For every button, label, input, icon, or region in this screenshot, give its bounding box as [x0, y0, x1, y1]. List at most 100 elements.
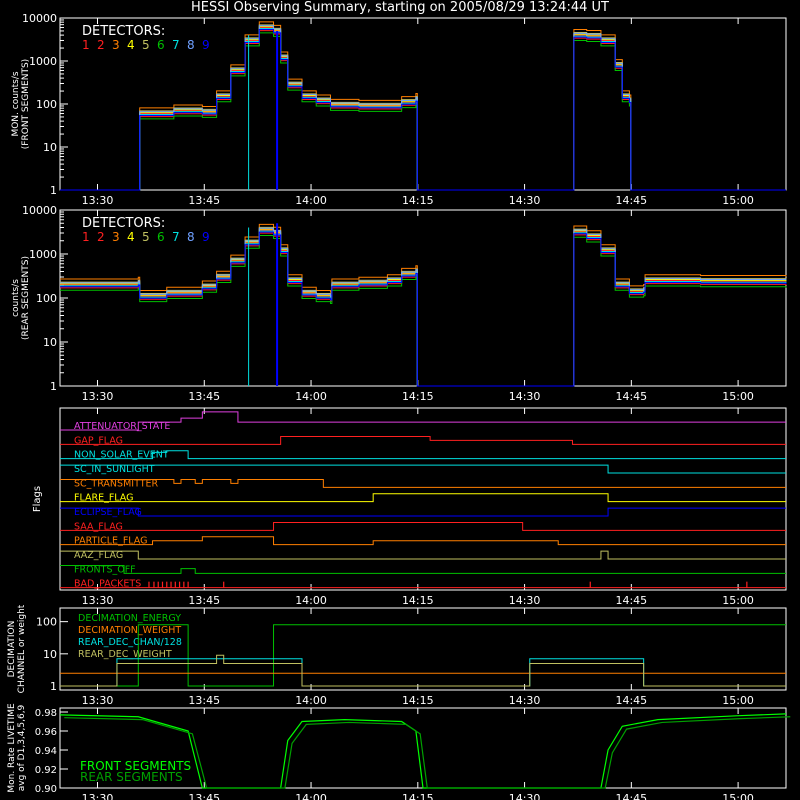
decimation-panel-xtick-label: 13:30 — [82, 694, 114, 707]
front-panel-legend-item: 5 — [142, 38, 150, 52]
flag-line — [60, 464, 786, 474]
front-panel-xtick-label: 13:45 — [188, 194, 220, 207]
flags-panel-xtick-label: 13:45 — [188, 594, 220, 607]
rear-panel-ylabel: counts/s — [11, 279, 21, 317]
rear-panel-xtick-label: 14:15 — [402, 390, 434, 403]
livetime-panel-xtick-label: 14:00 — [295, 792, 327, 800]
flag-label: AAZ_FLAG — [74, 550, 123, 561]
rear-panel-legend-item: 5 — [142, 230, 150, 244]
decimation-ylabel: CHANNEL or weight — [17, 604, 27, 693]
flag-line — [60, 478, 786, 488]
flags-ylabel: Flags — [32, 486, 43, 512]
front-panel-xtick-label: 13:30 — [82, 194, 114, 207]
flag-line — [60, 493, 786, 503]
decimation-panel-xtick-label: 14:15 — [402, 694, 434, 707]
front-panel-detector-1-line — [60, 27, 786, 191]
decimation-panel-xtick-label: 15:00 — [722, 694, 754, 707]
flag-label: SC_IN_SUNLIGHT — [74, 464, 155, 475]
flag-line — [60, 507, 786, 517]
livetime-panel-xtick-label: 14:30 — [509, 792, 541, 800]
front-panel-detector-2-line — [60, 30, 786, 191]
rear-panel-detector-8-line — [60, 227, 787, 387]
rear-panel-xtick-label: 14:30 — [509, 390, 541, 403]
front-panel-ytick-label: 10 — [43, 141, 57, 154]
flags-panel-xtick-label: 13:30 — [82, 594, 114, 607]
rear-panel-legend-item: 6 — [157, 230, 165, 244]
rear-panel-detector-2-line — [60, 232, 787, 387]
rear-panel-detector-6-line — [60, 235, 787, 387]
livetime-ytick-label: 0.96 — [35, 727, 57, 738]
livetime-legend-item: REAR SEGMENTS — [80, 770, 183, 784]
flags-panel-xtick-label: 15:00 — [722, 594, 754, 607]
front-panel-ylabel: (FRONT SEGMENTS) — [21, 59, 31, 149]
rear-panel-legend-item: 2 — [97, 230, 105, 244]
rear-panel-detector-1-line — [60, 229, 787, 387]
front-panel-legend-item: 9 — [202, 38, 210, 52]
observing-summary-page: HESSI Observing Summary, starting on 200… — [0, 0, 800, 800]
rear-panel-ytick-label: 10 — [43, 336, 57, 349]
front-panel-legend-item: 2 — [97, 38, 105, 52]
decimation-ytick-label: 1 — [50, 680, 57, 693]
rear-panel-xtick-label: 14:00 — [295, 390, 327, 403]
rear-panel-ytick-label: 100 — [36, 292, 57, 305]
decimation-panel-xtick-label: 14:45 — [615, 694, 647, 707]
summary-figure: 13:30 13:45 14:00 14:15 14:30 14:45 15:0011010… — [7, 12, 791, 800]
rear-panel-legend-item: 3 — [112, 230, 120, 244]
front-panel-ytick-label: 1 — [50, 184, 57, 197]
rear-panel-ylabel: (REAR SEGMENTS) — [21, 256, 31, 340]
flag-line — [60, 521, 786, 531]
decimation-ytick-label: 10 — [43, 648, 57, 661]
front-panel-detector-9-line — [60, 29, 786, 191]
front-panel-xtick-label: 14:30 — [509, 194, 541, 207]
rear-panel-detector-5-line — [60, 226, 787, 387]
front-panel-legend-item: 3 — [112, 38, 120, 52]
decimation-legend-item: DECIMATION_ENERGY — [78, 613, 181, 624]
rear-panel-legend-item: 4 — [127, 230, 135, 244]
rear-panel-detector-9-line — [60, 231, 787, 387]
decimation-ytick-label: 100 — [36, 616, 57, 629]
rear-panel-xtick-label: 14:45 — [615, 390, 647, 403]
front-panel-ylabel: MON. counts/s — [11, 71, 21, 136]
livetime-ytick-label: 0.94 — [35, 746, 57, 757]
front-panel-ytick-label: 1000 — [29, 55, 57, 68]
front-panel-legend-item: 1 — [82, 38, 90, 52]
flag-line — [60, 450, 786, 460]
decimation-line — [60, 658, 786, 687]
flag-label: ECLIPSE_FLAG — [74, 507, 142, 518]
rear-panel-xtick-label: 13:45 — [188, 390, 220, 403]
front-panel-legend-item: 6 — [157, 38, 165, 52]
flag-line — [60, 564, 786, 574]
livetime-panel-xtick-label: 15:00 — [722, 792, 754, 800]
decimation-ylabel: DECIMATION — [7, 621, 17, 678]
livetime-panel-xtick-label: 14:15 — [402, 792, 434, 800]
flag-line — [60, 536, 786, 546]
decimation-panel-xtick-label: 14:30 — [509, 694, 541, 707]
flags-panel-xtick-label: 14:00 — [295, 594, 327, 607]
front-panel-legend-title: DETECTORS: — [82, 24, 165, 39]
livetime-panel-xtick-label: 14:45 — [615, 792, 647, 800]
livetime-ytick-label: 0.92 — [35, 765, 57, 776]
rear-panel-ytick-label: 10000 — [22, 204, 57, 217]
front-panel-detector-3-line — [60, 21, 786, 191]
rear-panel-detector-7-line — [60, 230, 787, 387]
rear-panel-detector-4-line — [60, 228, 787, 387]
decimation-legend-item: DECIMATION_WEIGHT — [78, 625, 181, 636]
livetime-panel-xtick-label: 13:30 — [82, 792, 114, 800]
livetime-panel-xtick-label: 13:45 — [188, 792, 220, 800]
rear-panel-legend-item: 9 — [202, 230, 210, 244]
flag-line — [60, 550, 786, 560]
front-panel-xtick-label: 15:00 — [722, 194, 754, 207]
livetime-ylabel: avg of D1,3,4,5,6,9 — [17, 704, 27, 791]
front-panel-legend-item: 4 — [127, 38, 135, 52]
flag-line — [60, 435, 786, 445]
rear-panel-legend-title: DETECTORS: — [82, 216, 165, 231]
flags-panel-xtick-label: 14:45 — [615, 594, 647, 607]
livetime-ytick-label: 0.98 — [35, 708, 57, 719]
flags-panel-xtick-label: 14:15 — [402, 594, 434, 607]
front-panel-xtick-label: 14:45 — [615, 194, 647, 207]
front-panel-xtick-label: 14:00 — [295, 194, 327, 207]
front-panel-legend-item: 7 — [172, 38, 180, 52]
front-panel-ytick-label: 10000 — [22, 12, 57, 25]
front-panel-detector-7-line — [60, 27, 786, 191]
flag-label: SC_TRANSMITTER — [74, 478, 159, 489]
